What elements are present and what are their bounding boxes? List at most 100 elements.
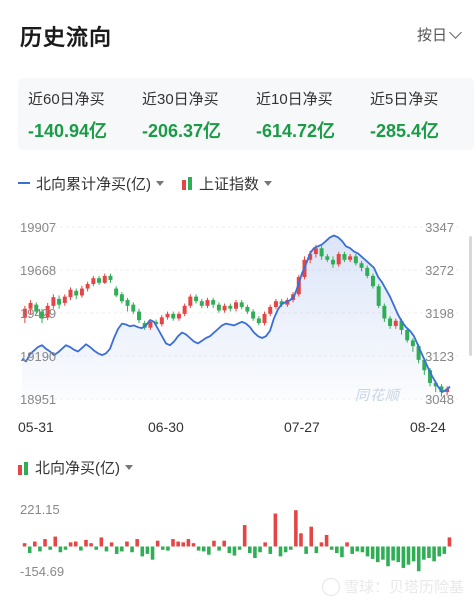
legend-candle-label: 上证指数 xyxy=(199,175,260,193)
net-buy-bar xyxy=(140,546,145,557)
net-buy-bar xyxy=(53,536,58,547)
candle-body xyxy=(136,311,141,321)
net-buy-bar xyxy=(84,539,88,547)
stat-label: 近10日净买 xyxy=(256,91,333,108)
stat-30d: 近30日净买 -206.37亿 xyxy=(142,88,262,143)
net-buy-bar xyxy=(186,539,191,547)
net-buy-bar-chart[interactable]: 221.15 -154.69 xyxy=(0,496,474,586)
legend-cumulative-net-buy[interactable]: 北向累计净买(亿) xyxy=(18,173,164,194)
net-buy-bar xyxy=(22,543,27,547)
caret-down-icon xyxy=(156,180,164,186)
net-buy-bar xyxy=(416,546,421,572)
net-buy-bar xyxy=(401,546,406,568)
net-buy-bar xyxy=(191,543,196,547)
candle-body xyxy=(382,305,387,319)
net-buy-bar xyxy=(58,546,63,553)
net-buy-bar xyxy=(222,540,226,547)
net-buy-bar xyxy=(171,539,175,547)
x-axis-tick: 08-24 xyxy=(410,419,446,435)
net-buy-bar xyxy=(319,542,324,547)
candle-body xyxy=(256,318,261,324)
bar-series-icon xyxy=(18,461,30,475)
left-axis-tick: 18951 xyxy=(20,392,56,407)
net-buy-bar xyxy=(273,513,278,547)
period-selector[interactable]: 按日 xyxy=(417,24,462,45)
net-buy-bar xyxy=(304,546,308,554)
snowball-logo-icon xyxy=(321,577,340,596)
bottom-watermark-text: 雪球：贝塔历险基 xyxy=(343,579,464,596)
right-axis-tick: 3123 xyxy=(425,349,454,364)
x-axis-dates: 05-31 06-30 07-27 08-24 xyxy=(0,419,474,439)
net-buy-bar xyxy=(104,546,109,552)
candle-body xyxy=(262,313,267,324)
net-buy-bar xyxy=(207,546,211,555)
net-buy-bar xyxy=(160,546,165,550)
stat-value: -614.72亿 xyxy=(256,121,336,141)
net-buy-bar xyxy=(155,540,160,547)
main-chart[interactable]: 19907 19668 19429 19190 18951 3347 3272 3198 31… xyxy=(0,210,474,410)
candle-body xyxy=(57,298,62,305)
watermark: 同花顺 xyxy=(355,387,400,403)
scrollbar[interactable] xyxy=(469,236,472,356)
chart-legend: 北向累计净买(亿) 上证指数 xyxy=(18,172,290,194)
candle-body xyxy=(85,283,90,289)
net-buy-bar xyxy=(396,546,401,563)
net-buy-bar xyxy=(432,546,436,562)
right-axis-tick: 3347 xyxy=(425,220,454,235)
candle-body xyxy=(114,288,119,296)
net-buy-bar xyxy=(125,541,129,547)
candle-body xyxy=(245,306,250,312)
candle-body xyxy=(108,275,113,280)
net-buy-bar xyxy=(258,546,262,553)
candle-body xyxy=(176,313,181,319)
left-axis-tick: 19429 xyxy=(20,306,56,321)
left-axis-tick: 19190 xyxy=(20,349,56,364)
candle-body xyxy=(405,329,410,341)
net-buy-bar xyxy=(48,546,52,550)
legend-sse-index[interactable]: 上证指数 xyxy=(182,173,273,194)
candle-body xyxy=(273,301,278,307)
candle-body xyxy=(102,275,107,283)
candle-body xyxy=(119,294,124,302)
stat-5d: 近5日净买 -285.4亿 xyxy=(370,88,474,143)
net-buy-bar xyxy=(437,546,441,557)
x-axis-tick: 06-30 xyxy=(148,419,184,435)
net-buy-bar xyxy=(340,546,344,558)
candle-body xyxy=(388,318,393,326)
caret-down-icon xyxy=(264,180,273,186)
candle-body xyxy=(91,278,96,284)
candle-body xyxy=(125,300,130,306)
sub-legend-label: 北向净买(亿) xyxy=(35,460,120,477)
candle-body xyxy=(376,286,381,306)
net-buy-bar xyxy=(145,546,150,554)
net-buy-bar xyxy=(268,546,273,554)
net-buy-bar xyxy=(386,546,390,567)
net-buy-bar xyxy=(150,546,155,560)
legend-line-label: 北向累计净买(亿) xyxy=(36,175,151,193)
candlestick-icon xyxy=(182,176,194,190)
candle-body xyxy=(319,248,324,257)
left-axis-tick: 19907 xyxy=(20,220,56,235)
stat-60d: 近60日净买 -140.94亿 xyxy=(28,88,148,143)
sub-chart-legend[interactable]: 北向净买(亿) xyxy=(18,457,133,478)
stat-label: 近5日净买 xyxy=(370,91,439,108)
net-buy-bar xyxy=(309,526,314,547)
bar-axis-tick: 221.15 xyxy=(20,502,60,517)
net-buy-bar xyxy=(253,546,257,559)
net-buy-bar xyxy=(109,542,114,547)
net-buy-bar xyxy=(114,546,119,554)
candle-body xyxy=(313,248,318,255)
net-buy-bar xyxy=(120,546,124,552)
net-buy-bar xyxy=(33,541,37,547)
net-buy-bar xyxy=(375,546,380,563)
candle-body xyxy=(268,306,273,314)
net-buy-bar xyxy=(237,546,242,550)
net-buy-bar xyxy=(79,546,83,551)
net-buy-bar xyxy=(381,546,385,560)
net-buy-bar xyxy=(63,546,68,550)
net-buy-bar xyxy=(370,546,375,559)
candle-body xyxy=(188,296,193,306)
candle-body xyxy=(342,254,347,260)
left-axis-tick: 19668 xyxy=(20,263,56,278)
net-buy-bar xyxy=(355,546,360,552)
